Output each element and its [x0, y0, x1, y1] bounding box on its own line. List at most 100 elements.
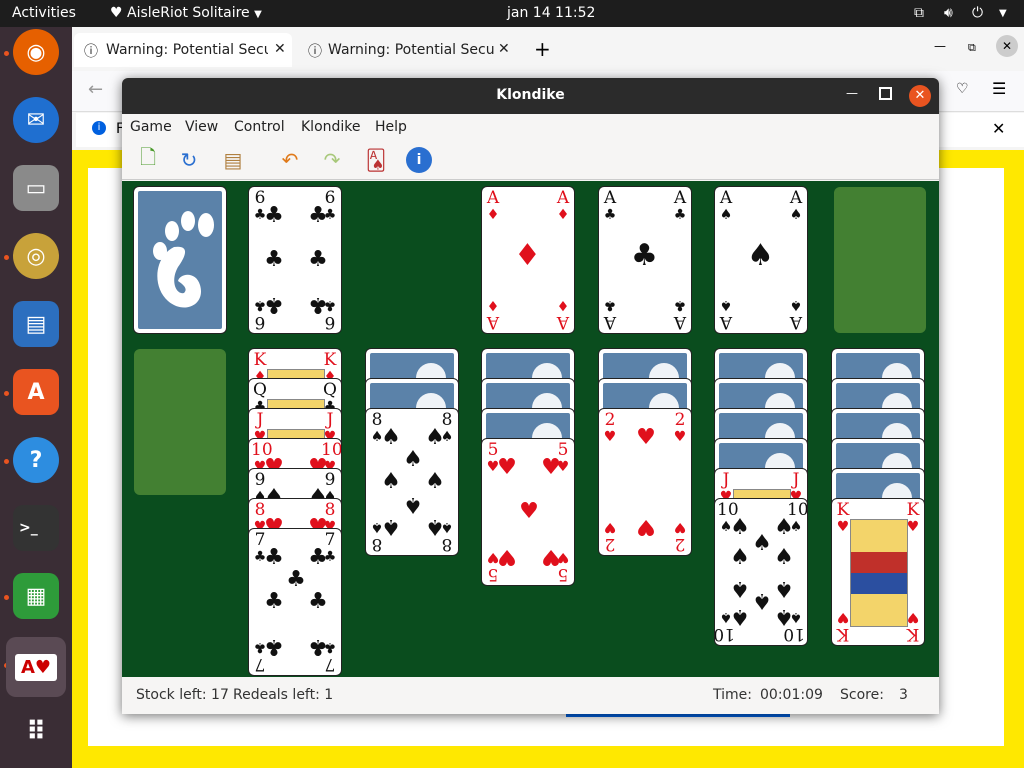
suit-pip: ♥ [636, 514, 656, 539]
suit-pip: ♠ [747, 238, 774, 273]
minimize-icon[interactable]: — [934, 39, 946, 53]
browser-tab[interactable]: ⓘ Warning: Potential Securi ✕ [74, 33, 292, 67]
maximize-icon[interactable] [879, 87, 892, 100]
close-icon[interactable]: ✕ [996, 35, 1018, 57]
minimize-icon[interactable]: — [846, 86, 858, 100]
playing-card[interactable]: 5 ♥ 5 ♥ 5 ♥ 5 ♥ ♥ ♥ ♥ ♥ ♥ [481, 438, 575, 586]
suit-pip: ♠ [774, 604, 794, 629]
close-icon[interactable]: ✕ [992, 119, 1005, 138]
undo-icon[interactable]: ↶ [277, 147, 303, 173]
playing-card[interactable]: 10 ♠ 10 ♠ 10 ♠ 10 ♠ ♠ ♠ ♠ ♠ ♠ ♠ ♠ ♠ ♠ ♠ [714, 498, 808, 646]
system-menu-chevron-icon[interactable]: ▼ [999, 8, 1007, 19]
new-game-icon[interactable]: 🗋 [135, 145, 161, 173]
help-icon[interactable]: ? [13, 437, 59, 483]
game-board: 6 ♣ 6 ♣ 6 ♣ 6 ♣ ♣ ♣ ♣ ♣ ♣ ♣ A ♦ A ♦ A ♦ A ♦ ♦ A ♣ A ♣ A ♣ A ♣ ♣ A ♠ A ♠ A ♠ A ♠… [122, 181, 939, 677]
browser-tab[interactable]: ⓘ Warning: Potential Securi ✕ [300, 33, 518, 67]
menu-icon[interactable]: ☰ [992, 79, 1006, 98]
time-value: 00:01:09 [760, 687, 823, 703]
card-index: 2 ♥ [673, 519, 687, 554]
redeals-count: Redeals left: 1 [233, 687, 334, 703]
suit-pip: ♠ [774, 515, 794, 540]
suit-pip: ♥ [541, 455, 561, 480]
network-icon[interactable]: ⧉ [914, 5, 924, 21]
suit-pip: ♠ [425, 514, 445, 539]
gnome-foot-icon [153, 211, 214, 308]
menu-help[interactable]: Help [375, 119, 407, 135]
suit-pip: ♣ [264, 589, 284, 614]
playing-card[interactable]: 6 ♣ 6 ♣ 6 ♣ 6 ♣ ♣ ♣ ♣ ♣ ♣ ♣ [248, 186, 342, 334]
menu-game[interactable]: Game [130, 119, 172, 135]
suit-pip: ♣ [264, 292, 284, 317]
playing-card[interactable]: A ♦ A ♦ A ♦ A ♦ ♦ [481, 186, 575, 334]
close-icon[interactable]: ✕ [909, 85, 931, 107]
redo-icon[interactable]: ↷ [319, 147, 345, 173]
playing-card[interactable]: 2 ♥ 2 ♥ 2 ♥ 2 ♥ ♥ ♥ [598, 408, 692, 556]
playing-card[interactable]: A ♠ A ♠ A ♠ A ♠ ♠ [714, 186, 808, 334]
playing-card[interactable]: 8 ♠ 8 ♠ 8 ♠ 8 ♠ ♠ ♠ ♠ ♠ ♠ ♠ ♠ ♠ [365, 408, 459, 556]
stock-count: Stock left: 17 [136, 687, 229, 703]
empty-tableau-slot[interactable] [134, 349, 226, 495]
suit-pip: ♣ [264, 203, 284, 228]
close-icon[interactable]: ✕ [274, 41, 286, 57]
solitaire-icon[interactable]: A♥ [6, 637, 66, 697]
back-icon[interactable]: ← [88, 79, 103, 100]
restart-icon[interactable]: ↻ [176, 147, 202, 173]
close-icon[interactable]: ✕ [498, 41, 510, 57]
empty-foundation-slot[interactable] [834, 187, 926, 333]
clock[interactable]: jan 14 11:52 [507, 5, 595, 21]
terminal-icon[interactable]: >_ [13, 505, 59, 551]
card-index: A ♦ [556, 297, 570, 332]
score-label: Score: [840, 687, 884, 703]
pocket-icon[interactable]: ♡ [956, 81, 969, 97]
volume-icon[interactable]: 🔊︎ [944, 5, 953, 21]
hint-icon[interactable]: 🂡 [363, 147, 389, 173]
rhythmbox-icon[interactable]: ◎ [13, 233, 59, 279]
new-tab-icon[interactable]: + [534, 37, 551, 61]
software-icon[interactable]: A [13, 369, 59, 415]
playing-card[interactable]: A ♣ A ♣ A ♣ A ♣ ♣ [598, 186, 692, 334]
power-icon[interactable]: ⏻ [972, 5, 983, 21]
info-icon: ⓘ [308, 44, 322, 60]
suit-pip: ♥ [541, 544, 561, 569]
menu-klondike[interactable]: Klondike [301, 119, 361, 135]
suit-pip: ♠ [752, 531, 772, 556]
menu-control[interactable]: Control [234, 119, 285, 135]
info-icon[interactable]: i [406, 147, 432, 173]
suit-pip: ♠ [403, 447, 423, 472]
chevron-down-icon: ▼ [254, 9, 262, 20]
suit-pip: ♠ [752, 588, 772, 613]
suit-pip: ♣ [264, 545, 284, 570]
suit-pip: ♥ [497, 544, 517, 569]
playing-card[interactable]: 7 ♣ 7 ♣ 7 ♣ 7 ♣ ♣ ♣ ♣ ♣ ♣ ♣ ♣ [248, 528, 342, 676]
status-bar: Stock left: 17 Redeals left: 1 Time: 00:… [122, 677, 939, 714]
card-index: 2 ♥ [603, 410, 617, 446]
suit-pip: ♠ [425, 469, 445, 494]
suit-pip: ♠ [381, 425, 401, 450]
activities-button[interactable]: Activities [12, 5, 76, 21]
suit-pip: ♠ [403, 492, 423, 517]
playing-card[interactable]: K ♥ K ♥ K ♥ K ♥ [831, 498, 925, 646]
dock: ◉ ✉ ▭ ◎ ▤ A ? >_ ▦ A♥ ⠿ [0, 27, 72, 768]
maximize-icon[interactable]: ⧉ [968, 41, 976, 55]
calc-icon[interactable]: ▦ [13, 573, 59, 619]
suit-pip: ♣ [308, 589, 328, 614]
select-game-icon[interactable]: ▤ [220, 147, 246, 173]
suit-pip: ♠ [774, 545, 794, 570]
card-index: A ♦ [486, 297, 500, 332]
suit-pip: ♠ [381, 469, 401, 494]
show-apps-icon[interactable]: ⠿ [13, 709, 59, 755]
toolbar: 🗋 ↻ ▤ ↶ ↷ 🂡 i [122, 139, 939, 180]
firefox-icon[interactable]: ◉ [13, 29, 59, 75]
writer-icon[interactable]: ▤ [13, 301, 59, 347]
thunderbird-icon[interactable]: ✉ [13, 97, 59, 143]
suit-pip: ♠ [730, 515, 750, 540]
menu-view[interactable]: View [185, 119, 218, 135]
card-index: A ♠ [789, 297, 803, 332]
info-icon: ⓘ [84, 44, 98, 60]
window-titlebar[interactable]: Klondike — ✕ [122, 78, 939, 114]
suit-pip: ♣ [264, 634, 284, 659]
files-icon[interactable]: ▭ [13, 165, 59, 211]
stock-pile[interactable] [133, 186, 227, 334]
suit-pip: ♠ [425, 425, 445, 450]
app-menu[interactable]: ♥ AisleRiot Solitaire ▼ [110, 5, 262, 21]
